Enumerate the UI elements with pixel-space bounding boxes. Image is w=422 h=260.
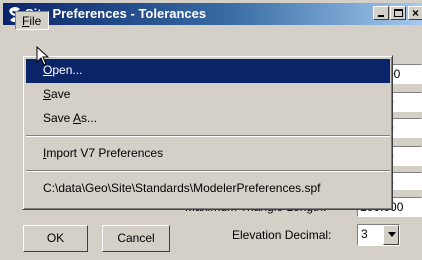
window-title: Site Preferences - Tolerances	[25, 6, 207, 21]
menu-separator	[26, 135, 390, 137]
menu-item-save-accel: S	[43, 87, 52, 101]
ok-button[interactable]: OK	[23, 225, 88, 252]
menu-file-label: ile	[29, 14, 42, 28]
file-menu-dropdown: Open... Save Save As... Import V7 Prefer…	[22, 55, 393, 210]
menu-item-import-label: mport V7 Preferences	[46, 146, 164, 160]
menu-item-recent-file[interactable]: C:\data\Geo\Site\Standards\ModelerPrefer…	[26, 177, 390, 201]
chevron-down-icon	[388, 232, 396, 237]
menu-file[interactable]: File	[15, 11, 49, 30]
menu-item-open[interactable]: Open...	[26, 59, 390, 83]
menu-item-save-as-accel: A	[73, 111, 82, 125]
close-icon: ×	[412, 6, 420, 20]
mouse-pointer-icon	[36, 46, 50, 66]
menu-item-save-as[interactable]: Save As...	[26, 107, 390, 131]
menu-separator	[26, 170, 390, 172]
elevation-decimal-select[interactable]: 3	[357, 224, 400, 246]
title-bar[interactable]: Site Preferences - Tolerances ×	[3, 3, 422, 25]
minimize-icon	[378, 15, 384, 17]
maximize-button[interactable]	[390, 6, 406, 20]
menu-item-save-as-label: s...	[81, 111, 98, 125]
menu-bar	[3, 26, 422, 46]
cancel-button[interactable]: Cancel	[102, 225, 170, 252]
menu-item-save-label: ave	[51, 87, 71, 101]
menu-item-recent-file-label: C:\data\Geo\Site\Standards\ModelerPrefer…	[43, 181, 321, 195]
menu-item-import-v7[interactable]: Import V7 Preferences	[26, 142, 390, 166]
minimize-button[interactable]	[373, 6, 389, 20]
maximize-icon	[394, 9, 403, 17]
elevation-decimal-value: 3	[361, 227, 368, 241]
menu-item-save[interactable]: Save	[26, 83, 390, 107]
dropdown-button[interactable]	[383, 225, 399, 245]
menu-item-save-as-prefix: Save	[43, 111, 74, 125]
site-preferences-window: Site Preferences - Tolerances × File 00 …	[0, 0, 422, 260]
menu-item-open-label: pen...	[52, 63, 83, 77]
close-button[interactable]: ×	[408, 6, 422, 20]
elevation-decimal-label: Elevation Decimal:	[232, 228, 332, 242]
